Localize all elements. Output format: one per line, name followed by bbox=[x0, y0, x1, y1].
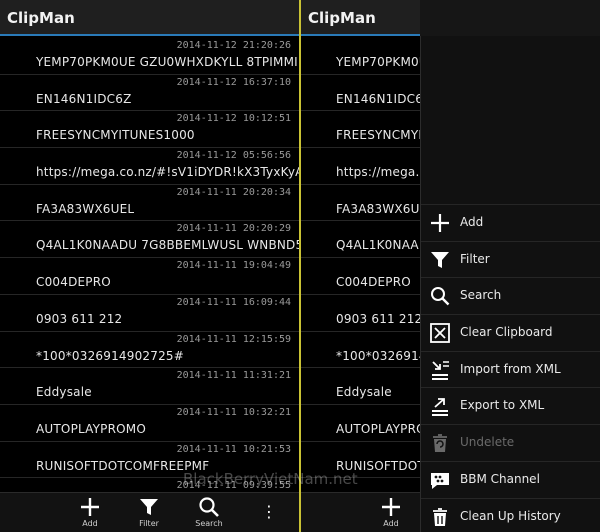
clip-row[interactable]: 2014-11-12 21:20:26 YEMP70PKM0UE GZU0WHXD… bbox=[0, 38, 299, 75]
title-bar: ClipMan bbox=[0, 0, 299, 36]
menu-item-search[interactable]: Search bbox=[421, 277, 600, 314]
clip-text: FREESYNCMYITUNES1000 bbox=[36, 128, 195, 143]
clip-row[interactable]: 2014-11-11 20:20:34 FA3A83WX6UEL bbox=[0, 185, 299, 222]
menu-item-bbm-channel[interactable]: BBM Channel bbox=[421, 460, 600, 498]
add-action[interactable]: Add bbox=[65, 495, 115, 528]
context-menu: Add Filter Search Clear Clipboard Import fro… bbox=[420, 0, 600, 532]
menu-item-filter[interactable]: Filter bbox=[421, 240, 600, 278]
app-title: ClipMan bbox=[7, 9, 75, 27]
clip-row[interactable]: 2014-11-11 12:15:59 *100*0326914902725# bbox=[0, 332, 299, 369]
clip-text: C004DEPRO bbox=[336, 275, 411, 290]
clip-row[interactable]: 2014-11-11 16:09:44 0903 611 212 bbox=[0, 295, 299, 332]
menu-item-clean-up-history[interactable]: Clean Up History bbox=[421, 497, 600, 532]
add-action-label: Add bbox=[82, 519, 98, 528]
menu-item-label: Export to XML bbox=[460, 398, 545, 413]
menu-item-undelete: Undelete bbox=[421, 424, 600, 461]
menu-item-export-to-xml[interactable]: Export to XML bbox=[421, 387, 600, 424]
filter-action-label: Filter bbox=[139, 519, 159, 528]
clip-text: Q4AL1K0NAADU 7G8BBEMLWUSL WNBND5J bbox=[36, 238, 299, 253]
bbm-icon bbox=[429, 469, 451, 491]
filter-icon bbox=[124, 495, 174, 519]
search-action[interactable]: Search bbox=[184, 495, 234, 528]
menu-item-import-from-xml[interactable]: Import from XML bbox=[421, 350, 600, 388]
action-bar: Add Filter Search ⋮ bbox=[0, 492, 299, 532]
plus-icon bbox=[366, 495, 416, 519]
export-icon bbox=[429, 395, 451, 417]
add-action-label: Add bbox=[383, 519, 399, 528]
menu-item-add[interactable]: Add bbox=[421, 204, 600, 241]
menu-item-label: Search bbox=[460, 288, 502, 303]
clip-timestamp: 2014-11-11 16:09:44 bbox=[176, 296, 291, 308]
menu-item-label: BBM Channel bbox=[460, 471, 540, 486]
clip-text: *100*0326914 bbox=[336, 348, 427, 363]
clip-text: https://mega.co.nz/#!sV1iDYDR!kX3TyxKyA bbox=[36, 165, 299, 180]
clip-text: 0903 611 212 bbox=[336, 311, 423, 326]
clip-text: Eddysale bbox=[36, 385, 92, 400]
clip-text: EN146N1IDC6Z bbox=[336, 91, 432, 106]
clip-row[interactable]: 2014-11-12 16:37:10 EN146N1IDC6Z bbox=[0, 75, 299, 112]
menu-item-label: Add bbox=[460, 215, 484, 229]
clip-timestamp: 2014-11-11 12:15:59 bbox=[176, 333, 291, 345]
menu-item-label: Import from XML bbox=[460, 361, 561, 376]
clip-text: YEMP70PKM0UE GZU0WHXDKYLL 8TPIMMID bbox=[36, 55, 299, 69]
menu-item-label: Undelete bbox=[460, 435, 515, 450]
clip-timestamp: 2014-11-11 20:20:34 bbox=[176, 186, 291, 198]
clip-row[interactable]: 2014-11-12 05:56:56 https://mega.co.nz/#!… bbox=[0, 148, 299, 185]
clip-text: C004DEPRO bbox=[36, 275, 111, 290]
plus-icon bbox=[65, 495, 115, 519]
search-icon bbox=[184, 495, 234, 519]
menu-item-label: Clean Up History bbox=[460, 508, 561, 523]
trash-icon bbox=[429, 506, 451, 528]
clip-row[interactable]: 2014-11-11 11:31:21 Eddysale bbox=[0, 368, 299, 405]
clip-timestamp: 2014-11-11 19:04:49 bbox=[176, 260, 291, 272]
clip-text: Eddysale bbox=[336, 385, 392, 400]
clip-list[interactable]: 2014-11-12 21:20:26 YEMP70PKM0UE GZU0WHXD… bbox=[0, 38, 299, 515]
menu-item-label: Clear Clipboard bbox=[460, 325, 553, 340]
search-icon bbox=[429, 285, 451, 307]
clip-text: FA3A83WX6UEL bbox=[36, 201, 135, 216]
plus-icon bbox=[429, 212, 451, 234]
clip-timestamp: 2014-11-12 05:56:56 bbox=[176, 150, 291, 162]
import-icon bbox=[429, 359, 451, 381]
clip-timestamp: 2014-11-12 10:12:51 bbox=[176, 113, 291, 125]
watermark: BlackBerryVietNam.net bbox=[183, 470, 358, 488]
clip-text: FREESYNCMYI bbox=[336, 128, 423, 143]
clip-timestamp: 2014-11-11 11:31:21 bbox=[176, 370, 291, 382]
clip-timestamp: 2014-11-11 10:21:53 bbox=[176, 443, 291, 455]
clip-timestamp: 2014-11-12 21:20:26 bbox=[176, 40, 291, 51]
clip-text: https://mega. bbox=[336, 165, 420, 180]
clip-text: EN146N1IDC6Z bbox=[36, 91, 132, 106]
filter-action[interactable]: Filter bbox=[124, 495, 174, 528]
menu-header bbox=[420, 0, 600, 36]
clip-text: AUTOPLAYPROMO bbox=[36, 421, 146, 436]
clip-timestamp: 2014-11-11 20:20:29 bbox=[176, 223, 291, 235]
clip-row[interactable]: 2014-11-11 20:20:29 Q4AL1K0NAADU 7G8BBEML… bbox=[0, 221, 299, 259]
search-action-label: Search bbox=[195, 519, 223, 528]
clip-text: 0903 611 212 bbox=[36, 311, 123, 326]
menu-item-label: Filter bbox=[460, 251, 490, 266]
add-action[interactable]: Add bbox=[366, 495, 416, 528]
menu-items: Add Filter Search Clear Clipboard Import fro… bbox=[421, 204, 600, 532]
app-title: ClipMan bbox=[308, 9, 376, 27]
clip-text: *100*0326914902725# bbox=[36, 348, 185, 363]
clipman-left-pane: ClipMan 2014-11-12 21:20:26 YEMP70PKM0UE … bbox=[0, 0, 299, 532]
undelete-icon bbox=[429, 432, 451, 454]
clip-row[interactable]: 2014-11-12 10:12:51 FREESYNCMYITUNES1000 bbox=[0, 111, 299, 149]
clip-timestamp: 2014-11-12 16:37:10 bbox=[176, 76, 291, 88]
clear-icon bbox=[429, 322, 451, 344]
overflow-menu-button[interactable]: ⋮ bbox=[254, 502, 284, 521]
clip-timestamp: 2014-11-11 10:32:21 bbox=[176, 406, 291, 418]
filter-icon bbox=[429, 249, 451, 271]
menu-item-clear-clipboard[interactable]: Clear Clipboard bbox=[421, 314, 600, 351]
clip-row[interactable]: 2014-11-11 10:32:21 AUTOPLAYPROMO bbox=[0, 405, 299, 442]
clip-row[interactable]: 2014-11-11 19:04:49 C004DEPRO bbox=[0, 258, 299, 295]
